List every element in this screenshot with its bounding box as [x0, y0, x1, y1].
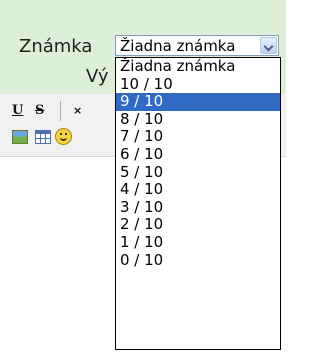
underline-button[interactable]: U [12, 103, 23, 119]
insert-table-icon[interactable] [35, 130, 51, 144]
rating-dropdown-list: Žiadna známka 10 / 10 9 / 10 8 / 10 7 / … [115, 57, 281, 350]
insert-image-icon[interactable] [12, 130, 28, 144]
rating-option[interactable]: 6 / 10 [116, 146, 280, 164]
toolbar-divider [60, 101, 61, 121]
rating-option[interactable]: Žiadna známka [116, 58, 280, 76]
rating-option[interactable]: 3 / 10 [116, 199, 280, 217]
rating-option[interactable]: 8 / 10 [116, 111, 280, 129]
rating-label: Známka [19, 36, 93, 57]
rating-select[interactable]: Žiadna známka [115, 35, 279, 56]
rating-option[interactable]: 1 / 10 [116, 234, 280, 252]
rating-option-highlighted[interactable]: 9 / 10 [116, 93, 280, 111]
rating-select-value: Žiadna známka [120, 37, 236, 55]
partial-label: Vý [86, 66, 109, 87]
smiley-icon[interactable] [55, 128, 72, 145]
rating-option[interactable]: 2 / 10 [116, 216, 280, 234]
rating-option[interactable]: 7 / 10 [116, 128, 280, 146]
strikethrough-button[interactable]: S [35, 103, 44, 119]
chevron-down-icon[interactable] [260, 37, 277, 54]
rating-option[interactable]: 4 / 10 [116, 181, 280, 199]
rating-option[interactable]: 0 / 10 [116, 252, 280, 270]
rating-option[interactable]: 5 / 10 [116, 164, 280, 182]
rating-option[interactable]: 10 / 10 [116, 76, 280, 94]
remove-format-button[interactable]: × [73, 103, 82, 119]
